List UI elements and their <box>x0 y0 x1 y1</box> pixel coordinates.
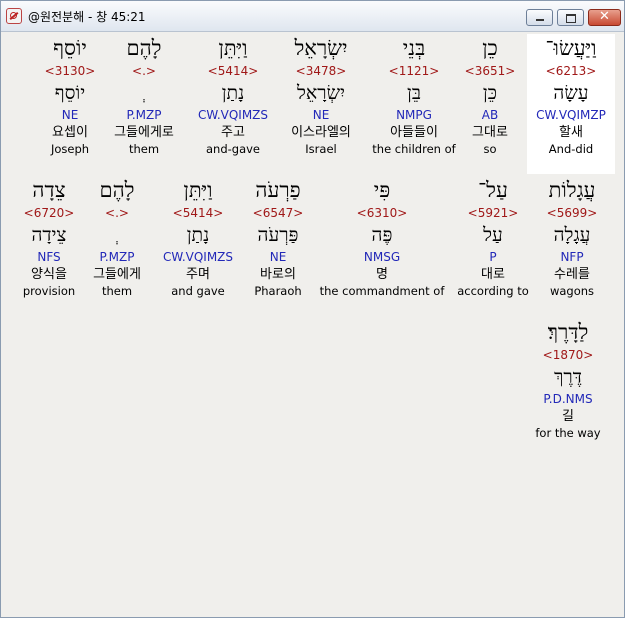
parsing-code: NFS <box>37 250 61 264</box>
english-gloss: according to <box>457 284 529 298</box>
english-gloss: and-gave <box>205 142 260 156</box>
parsing-code: NMPG <box>396 108 432 122</box>
app-icon[interactable] <box>6 8 22 24</box>
word-cell[interactable]: פִּי <6310> פֶּה NMSG 명 the commandment … <box>312 176 452 300</box>
lemma: צֵידָה <box>31 224 67 246</box>
english-gloss: for the way <box>535 426 601 440</box>
english-gloss: the children of <box>372 142 456 156</box>
strong-number[interactable]: <6720> <box>0 204 99 222</box>
english-gloss: Israel <box>305 142 337 156</box>
strong-number[interactable]: <5921> <box>443 204 543 222</box>
title-bar[interactable]: @원전분해 - 창 45:21 ✕ <box>1 1 624 32</box>
close-icon: ✕ <box>599 9 610 24</box>
strong-number[interactable]: <3478> <box>271 62 371 80</box>
verse-analysis-panel: וַיַּעֲשׂוּ־ <6213> עָשָׂה CW.VQIMZP 할새 … <box>6 32 618 612</box>
lemma: פֶּה <box>371 224 393 246</box>
word-cell[interactable]: עַל־ <5921> עַל P 대로 according to <box>443 176 543 300</box>
strong-number[interactable]: <6310> <box>312 204 452 222</box>
parsing-code: NE <box>61 108 79 122</box>
hebrew-word: בְּנֵי <box>402 36 426 60</box>
korean-gloss: 이스라엘의 <box>291 125 351 140</box>
minimize-button[interactable] <box>526 9 553 26</box>
strong-number[interactable]: <5414> <box>183 62 283 80</box>
strong-number[interactable]: <1870> <box>518 346 618 364</box>
parsing-code: P.D.NMS <box>543 392 593 406</box>
english-gloss: Joseph <box>50 142 90 156</box>
lemma: בֵּן <box>407 82 421 104</box>
hebrew-word: יִשְׂרָאֵל <box>294 36 348 60</box>
strong-number[interactable]: <1121> <box>364 62 464 80</box>
hebrew-word: צֵדָה <box>32 178 66 202</box>
minimize-icon <box>536 19 544 21</box>
hebrew-word: יוֹסֵף <box>53 36 87 60</box>
word-cell[interactable]: צֵדָה <6720> צֵידָה NFS 양식을 provision <box>0 176 99 300</box>
close-button[interactable]: ✕ <box>588 9 621 26</box>
word-cell[interactable]: וַיִּתֵּן <5414> נָתַן CW.VQIMZS 주고 and-… <box>183 34 283 158</box>
hebrew-word: וַיִּתֵּן <box>218 36 248 60</box>
hebrew-word: לַדָּרֶךְ׃ <box>547 320 589 344</box>
lemma: דֶּרֶךְ <box>554 366 582 388</box>
korean-gloss: 대로 <box>481 267 505 282</box>
app-window: @원전분해 - 창 45:21 ✕ וַיַּעֲשׂוּ־ <6213> עָ… <box>0 0 625 618</box>
hebrew-word: עַל־ <box>478 178 508 202</box>
english-gloss: provision <box>22 284 76 298</box>
parsing-code: NMSG <box>363 250 401 264</box>
lemma: יוֹסֵף <box>54 82 86 104</box>
korean-gloss: 아들들이 <box>390 125 438 140</box>
parsing-code: P <box>489 250 497 264</box>
word-cell[interactable]: בְּנֵי <1121> בֵּן NMPG 아들들이 the childre… <box>364 34 464 158</box>
lemma: עַל <box>483 224 503 246</box>
word-cell[interactable]: יוֹסֵף <3130> יוֹסֵף NE 요셉이 Joseph <box>20 34 120 158</box>
korean-gloss: 양식을 <box>31 267 67 282</box>
window-title: @원전분해 - 창 45:21 <box>28 10 146 24</box>
lemma: יִשְׂרָאֵל <box>296 82 346 104</box>
parsing-code: NE <box>312 108 330 122</box>
korean-gloss: 요셉이 <box>52 125 88 140</box>
maximize-button[interactable] <box>557 9 584 26</box>
hebrew-word: פִּי <box>373 178 391 202</box>
parsing-code: CW.VQIMZS <box>197 108 269 122</box>
lemma: נָתַן <box>221 82 245 104</box>
korean-gloss: 주고 <box>221 125 245 140</box>
strong-number[interactable]: <3130> <box>20 62 120 80</box>
maximize-icon <box>566 14 576 23</box>
word-cell[interactable]: יִשְׂרָאֵל <3478> יִשְׂרָאֵל NE 이스라엘의 Is… <box>271 34 371 158</box>
english-gloss: the commandment of <box>319 284 445 298</box>
word-cell[interactable]: לַדָּרֶךְ׃ <1870> דֶּרֶךְ P.D.NMS 길 for … <box>518 318 618 442</box>
korean-gloss: 길 <box>562 409 574 424</box>
korean-gloss: 명 <box>376 267 388 282</box>
